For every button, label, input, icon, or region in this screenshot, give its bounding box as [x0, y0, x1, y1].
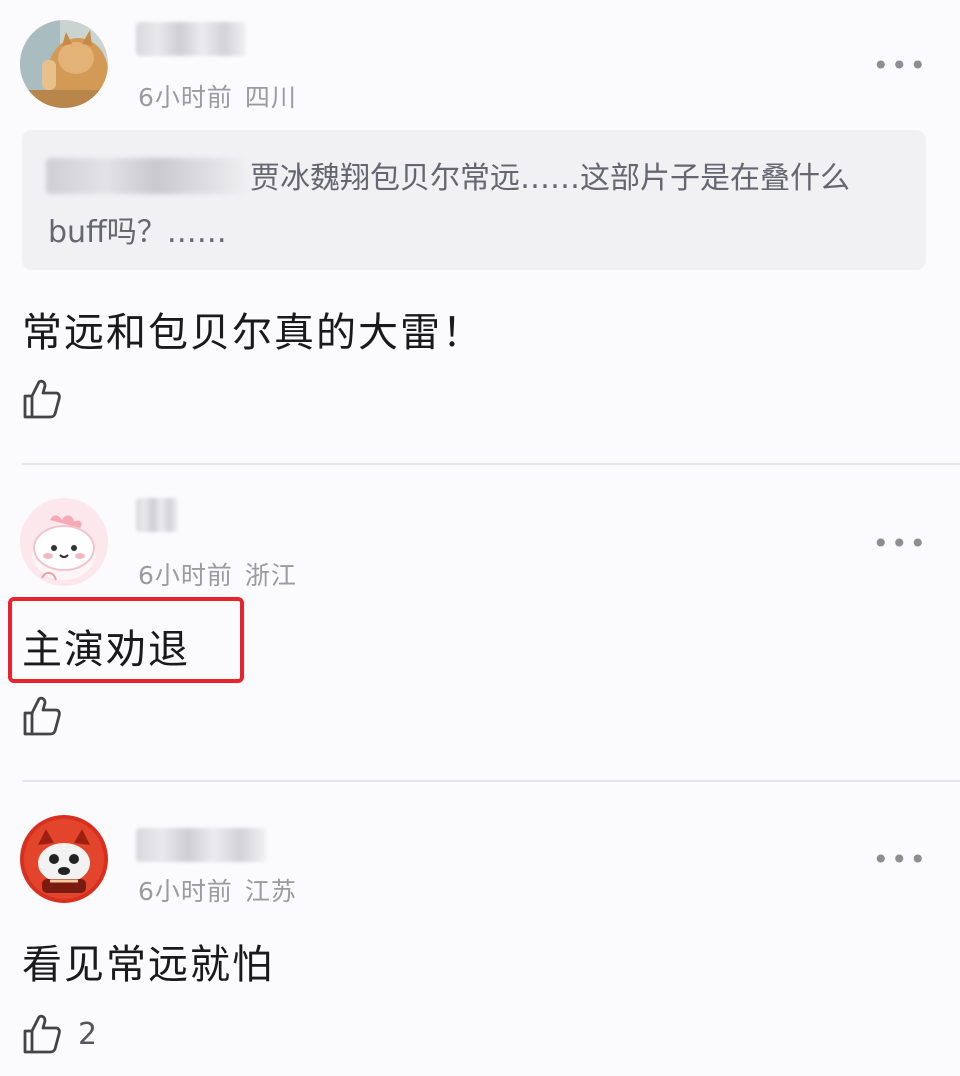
like-count: 2	[78, 1016, 98, 1052]
comment-item: 6小时前 江苏 ••• 看见常远就怕 2	[0, 0, 960, 1076]
more-options-button[interactable]: •••	[872, 846, 928, 874]
thumbs-up-icon	[23, 1014, 61, 1054]
comment-time: 6小时前	[138, 877, 233, 906]
comment-text: 看见常远就怕	[22, 942, 274, 988]
username-redacted	[136, 828, 266, 862]
red-panda-avatar-image	[20, 815, 108, 903]
like-button[interactable]: 2	[22, 1013, 97, 1055]
comment-feed: 6小时前 四川 ••• 贾冰魏翔包贝尔常远……这部片子是在叠什么buff吗？…… …	[0, 0, 960, 1076]
more-dots-icon: •••	[872, 843, 928, 876]
comment-location: 江苏	[244, 877, 297, 906]
avatar[interactable]	[20, 815, 108, 903]
comment-meta: 6小时前 江苏	[138, 872, 297, 908]
